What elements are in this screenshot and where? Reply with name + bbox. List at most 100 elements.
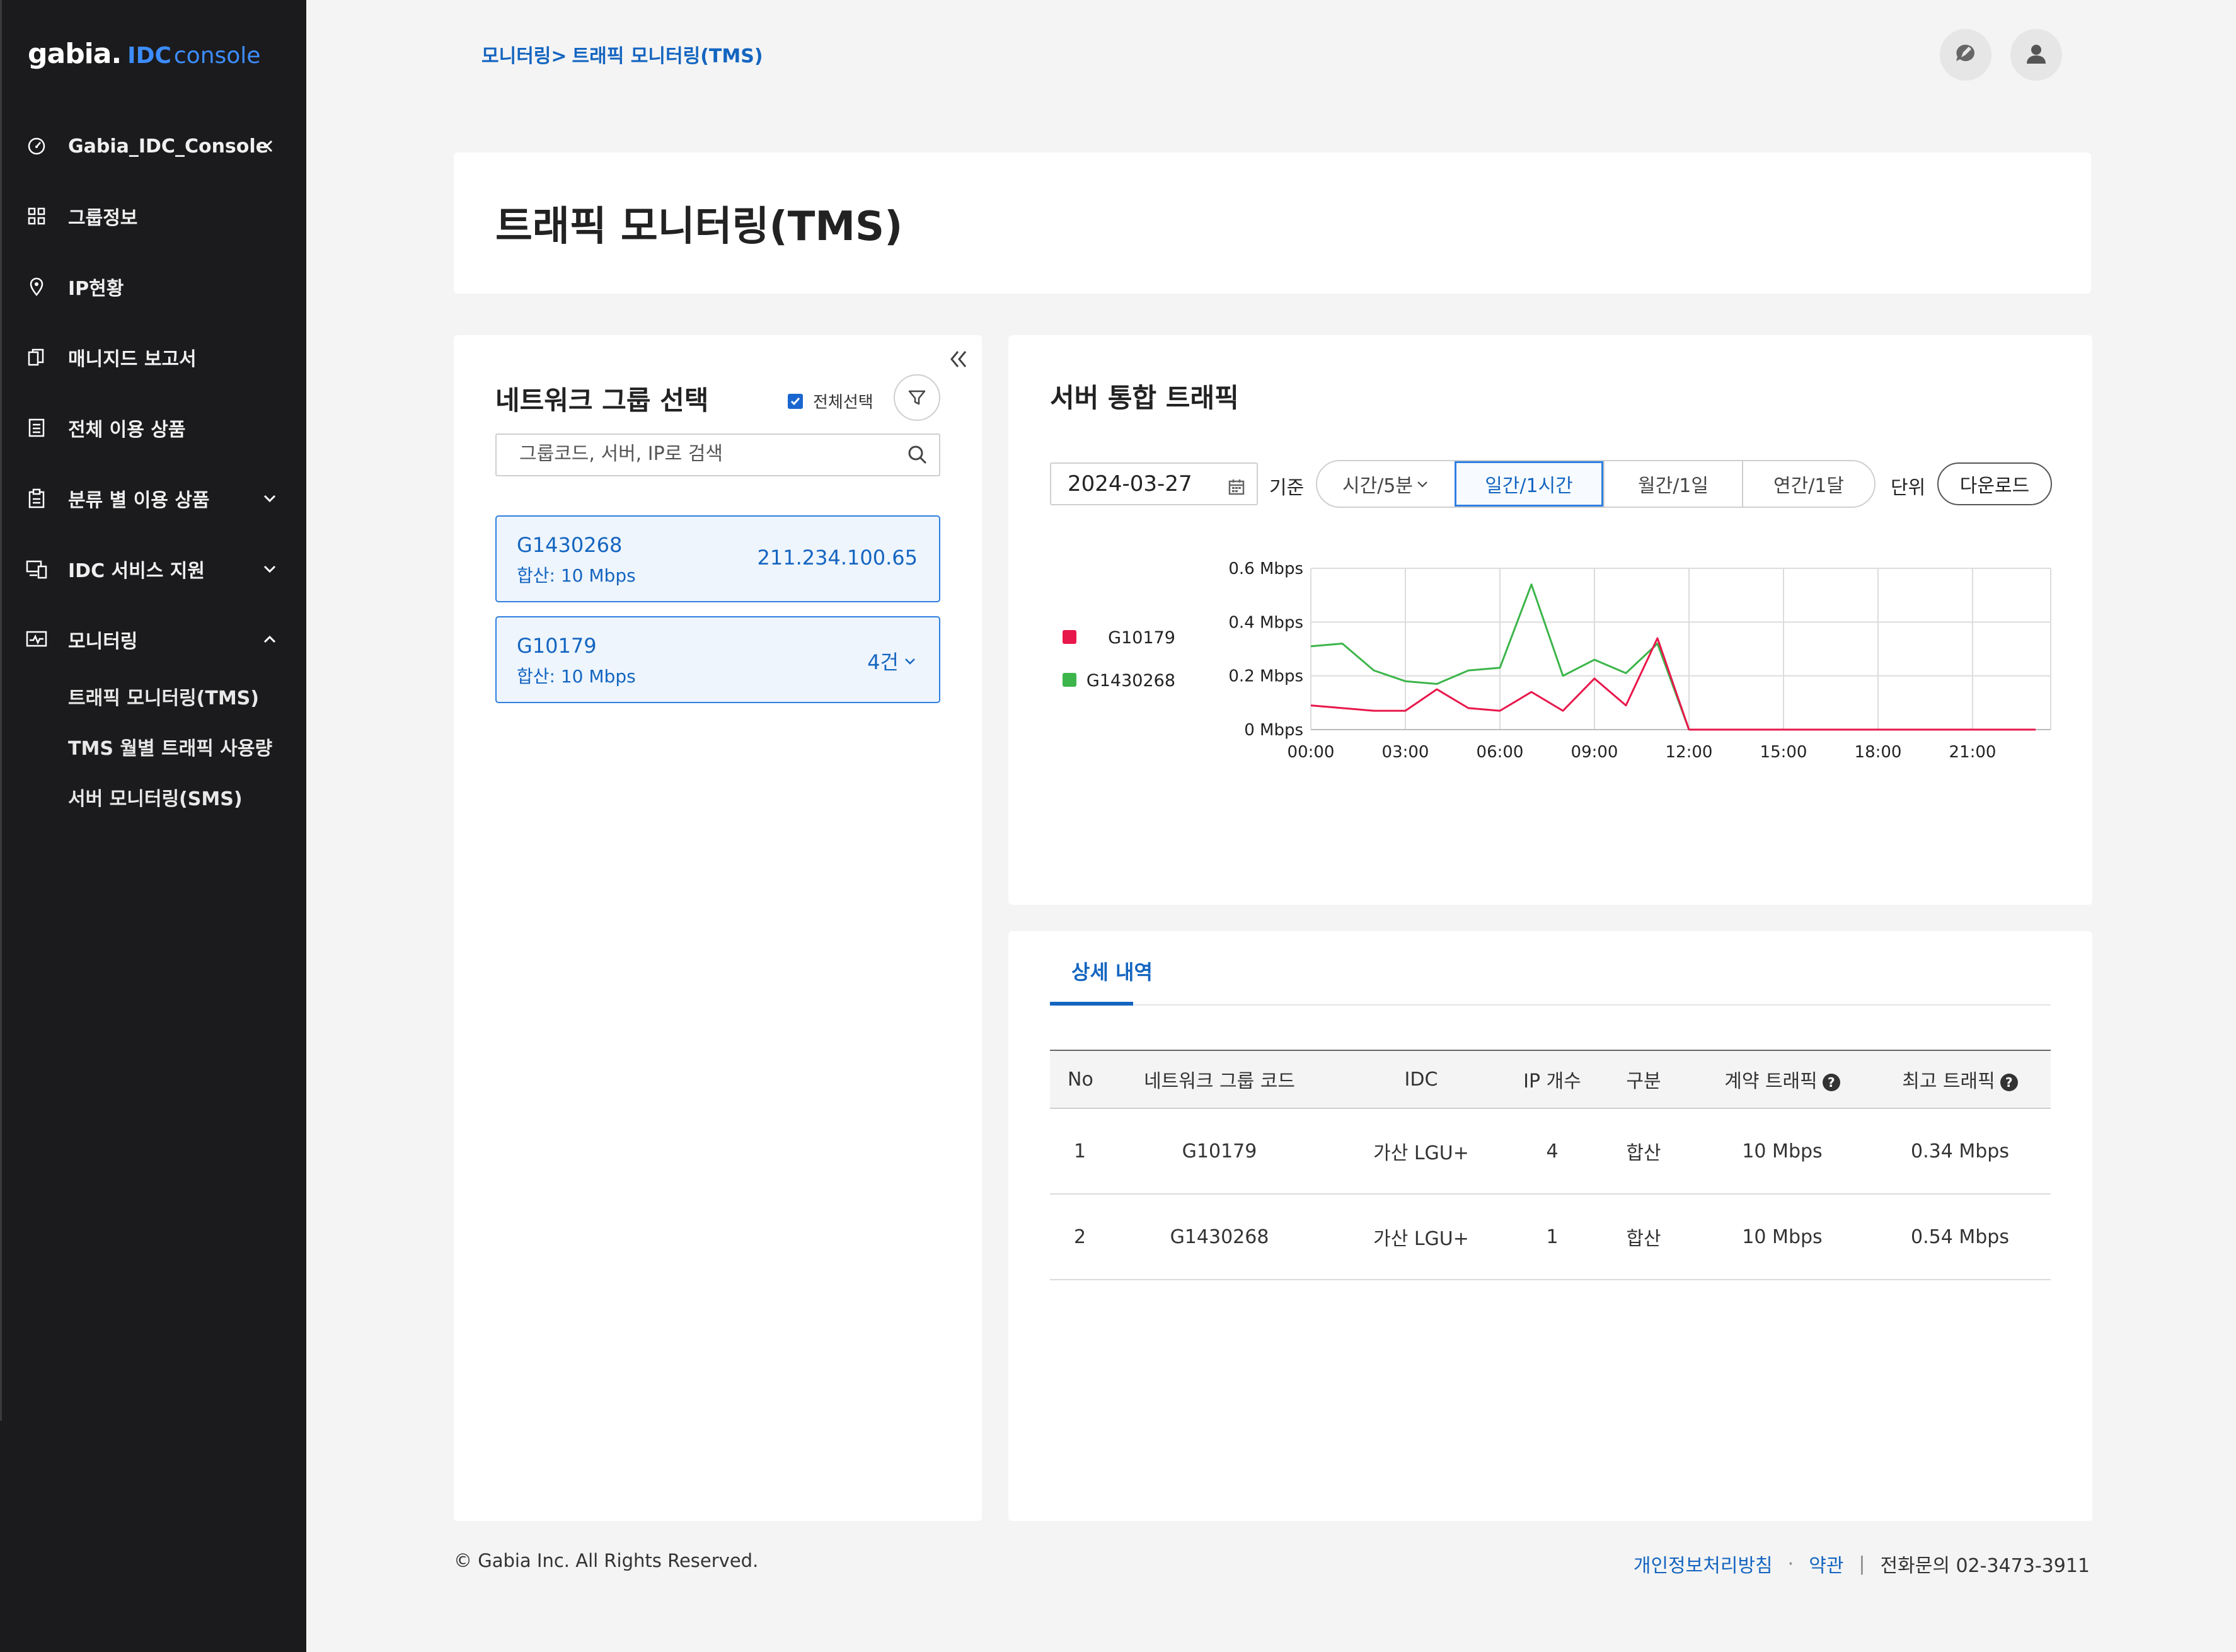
- user-profile-button[interactable]: [2010, 29, 2062, 81]
- y-tick-label: 0.2 Mbps: [1228, 667, 1303, 686]
- sidebar-item-gabia-idc-console[interactable]: Gabia_IDC_Console: [0, 121, 306, 171]
- x-tick-label: 06:00: [1477, 743, 1524, 762]
- cell-idc: 가산 LGU+: [1330, 1194, 1513, 1280]
- server-traffic-panel: 서버 통합 트래픽 2024-03-27 기준 시간/5분 일간/1시간 월간/…: [1008, 335, 2092, 905]
- col-header-contract-traffic: 계약 트래픽?: [1695, 1050, 1869, 1109]
- table-row: 2 G1430268 가산 LGU+ 1 합산 10 Mbps 0.54 Mbp…: [1050, 1194, 2051, 1280]
- series-line-G1430268[interactable]: [1310, 583, 2036, 731]
- privacy-policy-link[interactable]: 개인정보처리방침: [1634, 1550, 1773, 1578]
- sidebar-item-idc-service-support[interactable]: IDC 서비스 지원: [0, 544, 306, 594]
- devices-icon: [25, 558, 48, 580]
- period-selector: 시간/5분 일간/1시간 월간/1일 연간/1달: [1316, 460, 1876, 508]
- x-tick-label: 15:00: [1760, 743, 1807, 762]
- table-row: 1 G10179 가산 LGU+ 4 합산 10 Mbps 0.34 Mbps: [1050, 1108, 2051, 1195]
- help-question-icon[interactable]: ?: [1822, 1073, 1840, 1091]
- calendar-icon[interactable]: [1228, 476, 1245, 502]
- sidebar-item-all-products[interactable]: 전체 이용 상품: [0, 403, 306, 453]
- footer-dot-separator: ·: [1787, 1552, 1794, 1575]
- download-button[interactable]: 다운로드: [1937, 462, 2052, 505]
- cell-no: 2: [1050, 1194, 1109, 1280]
- cell-type: 합산: [1592, 1108, 1695, 1195]
- sidebar: gabia. IDC console Gabia_IDC_Console 그룹정…: [0, 0, 306, 1652]
- cell-group-code: G10179: [1109, 1108, 1330, 1195]
- sidebar-subitem-tms-monthly-usage[interactable]: TMS 월별 트래픽 사용량: [68, 728, 272, 766]
- chevron-left-icon[interactable]: [258, 135, 281, 158]
- col-header-idc: IDC: [1330, 1050, 1513, 1109]
- x-tick-label: 18:00: [1855, 743, 1902, 762]
- location-pin-icon: [25, 275, 48, 298]
- breadcrumb-parent[interactable]: 모니터링>: [481, 40, 567, 68]
- legend-label[interactable]: G10179: [1108, 628, 1175, 648]
- series-line-G10179[interactable]: [1310, 637, 2036, 731]
- legend-label[interactable]: G1430268: [1086, 671, 1175, 691]
- table-header-row: No 네트워크 그룹 코드 IDC IP 개수 구분 계약 트래픽? 최고 트래…: [1050, 1050, 2051, 1109]
- period-option-yearly[interactable]: 연간/1달: [1742, 461, 1874, 507]
- col-header-type: 구분: [1592, 1050, 1695, 1109]
- basis-label: 기준: [1269, 477, 1305, 499]
- sidebar-item-monitoring[interactable]: 모니터링: [0, 614, 306, 665]
- group-ip: 211.234.100.65: [757, 546, 918, 570]
- search-icon[interactable]: [906, 444, 929, 469]
- checkbox-checked-icon: [788, 393, 803, 409]
- group-code: G10179: [517, 634, 597, 658]
- sidebar-item-products-by-category[interactable]: 분류 별 이용 상품: [0, 473, 306, 524]
- list-document-icon: [25, 416, 48, 439]
- cell-type: 합산: [1592, 1194, 1695, 1280]
- sidebar-item-group-info[interactable]: 그룹정보: [0, 191, 306, 241]
- legend-swatch[interactable]: [1063, 630, 1076, 644]
- date-picker[interactable]: 2024-03-27: [1050, 462, 1258, 505]
- network-group-card[interactable]: G1430268 합산: 10 Mbps 211.234.100.65: [495, 515, 940, 602]
- cell-ip-count: 4: [1513, 1108, 1592, 1195]
- breadcrumb: 모니터링> 트래픽 모니터링(TMS): [481, 40, 763, 68]
- chat-button[interactable]: [1940, 29, 1991, 81]
- chevron-down-icon[interactable]: [258, 487, 281, 510]
- group-search-input[interactable]: [518, 435, 896, 473]
- footer-phone: 전화문의 02-3473-3911: [1880, 1555, 2090, 1577]
- chat-bubble-icon: [1953, 41, 1978, 69]
- tab-active-indicator: [1050, 1002, 1133, 1006]
- detail-panel: 상세 내역 No 네트워크 그룹 코드 IDC IP 개수 구분 계약 트래픽?…: [1008, 931, 2092, 1521]
- group-summary: 합산: 10 Mbps: [517, 565, 636, 586]
- group-count-dropdown[interactable]: 4건: [867, 646, 918, 675]
- filter-button[interactable]: [894, 374, 940, 421]
- chevron-up-icon[interactable]: [258, 628, 281, 651]
- unit-label: 단위: [1891, 477, 1926, 499]
- breadcrumb-current[interactable]: 트래픽 모니터링(TMS): [572, 40, 763, 68]
- gabia-idc-console-logo[interactable]: gabia. IDC console: [28, 38, 260, 70]
- page-title: 트래픽 모니터링(TMS): [495, 204, 903, 250]
- group-search-field[interactable]: [495, 433, 940, 476]
- sidebar-item-managed-report[interactable]: 매니지드 보고서: [0, 332, 306, 382]
- tab-divider: [1050, 1004, 2051, 1006]
- period-option-monthly[interactable]: 월간/1일: [1603, 461, 1742, 507]
- network-group-title: 네트워크 그룹 선택: [495, 385, 709, 416]
- period-option-5min[interactable]: 시간/5분: [1317, 461, 1455, 507]
- sidebar-item-ip-status[interactable]: IP현황: [0, 261, 306, 312]
- select-all-checkbox[interactable]: 전체선택: [788, 389, 873, 413]
- traffic-line-chart: 0.6 Mbps 0.4 Mbps 0.2 Mbps 0 Mbps 00:00 03:00…: [1063, 559, 2051, 762]
- y-tick-label: 0.6 Mbps: [1228, 559, 1303, 578]
- y-tick-label: 0 Mbps: [1244, 721, 1303, 740]
- server-traffic-title: 서버 통합 트래픽: [1050, 382, 1239, 413]
- col-header-no: No: [1050, 1050, 1109, 1109]
- period-option-daily[interactable]: 일간/1시간: [1455, 461, 1603, 507]
- legend-swatch[interactable]: [1063, 673, 1076, 687]
- cell-contract-traffic: 10 Mbps: [1695, 1194, 1869, 1280]
- chevron-down-icon: [905, 658, 915, 665]
- x-tick-label: 21:00: [1949, 743, 1997, 762]
- dashboard-icon: [25, 135, 48, 158]
- network-group-panel: 네트워크 그룹 선택 전체선택 G1430268 합산: 10 Mbps 211…: [454, 335, 982, 1521]
- collapse-panel-button[interactable]: [947, 348, 969, 373]
- x-tick-label: 09:00: [1571, 743, 1618, 762]
- sidebar-subitem-server-monitoring[interactable]: 서버 모니터링(SMS): [68, 778, 243, 816]
- chevron-down-icon[interactable]: [258, 558, 281, 580]
- col-header-group-code: 네트워크 그룹 코드: [1109, 1050, 1330, 1109]
- terms-link[interactable]: 약관: [1809, 1550, 1843, 1578]
- user-avatar-icon: [2024, 41, 2049, 69]
- help-question-icon[interactable]: ?: [2000, 1073, 2018, 1091]
- cell-contract-traffic: 10 Mbps: [1695, 1108, 1869, 1195]
- network-group-card[interactable]: G10179 합산: 10 Mbps 4건: [495, 616, 940, 703]
- x-tick-label: 03:00: [1382, 743, 1429, 762]
- tab-detail[interactable]: 상세 내역: [1071, 956, 1153, 985]
- sidebar-subitem-traffic-monitoring[interactable]: 트래픽 모니터링(TMS): [68, 677, 259, 715]
- date-value: 2024-03-27: [1068, 471, 1192, 496]
